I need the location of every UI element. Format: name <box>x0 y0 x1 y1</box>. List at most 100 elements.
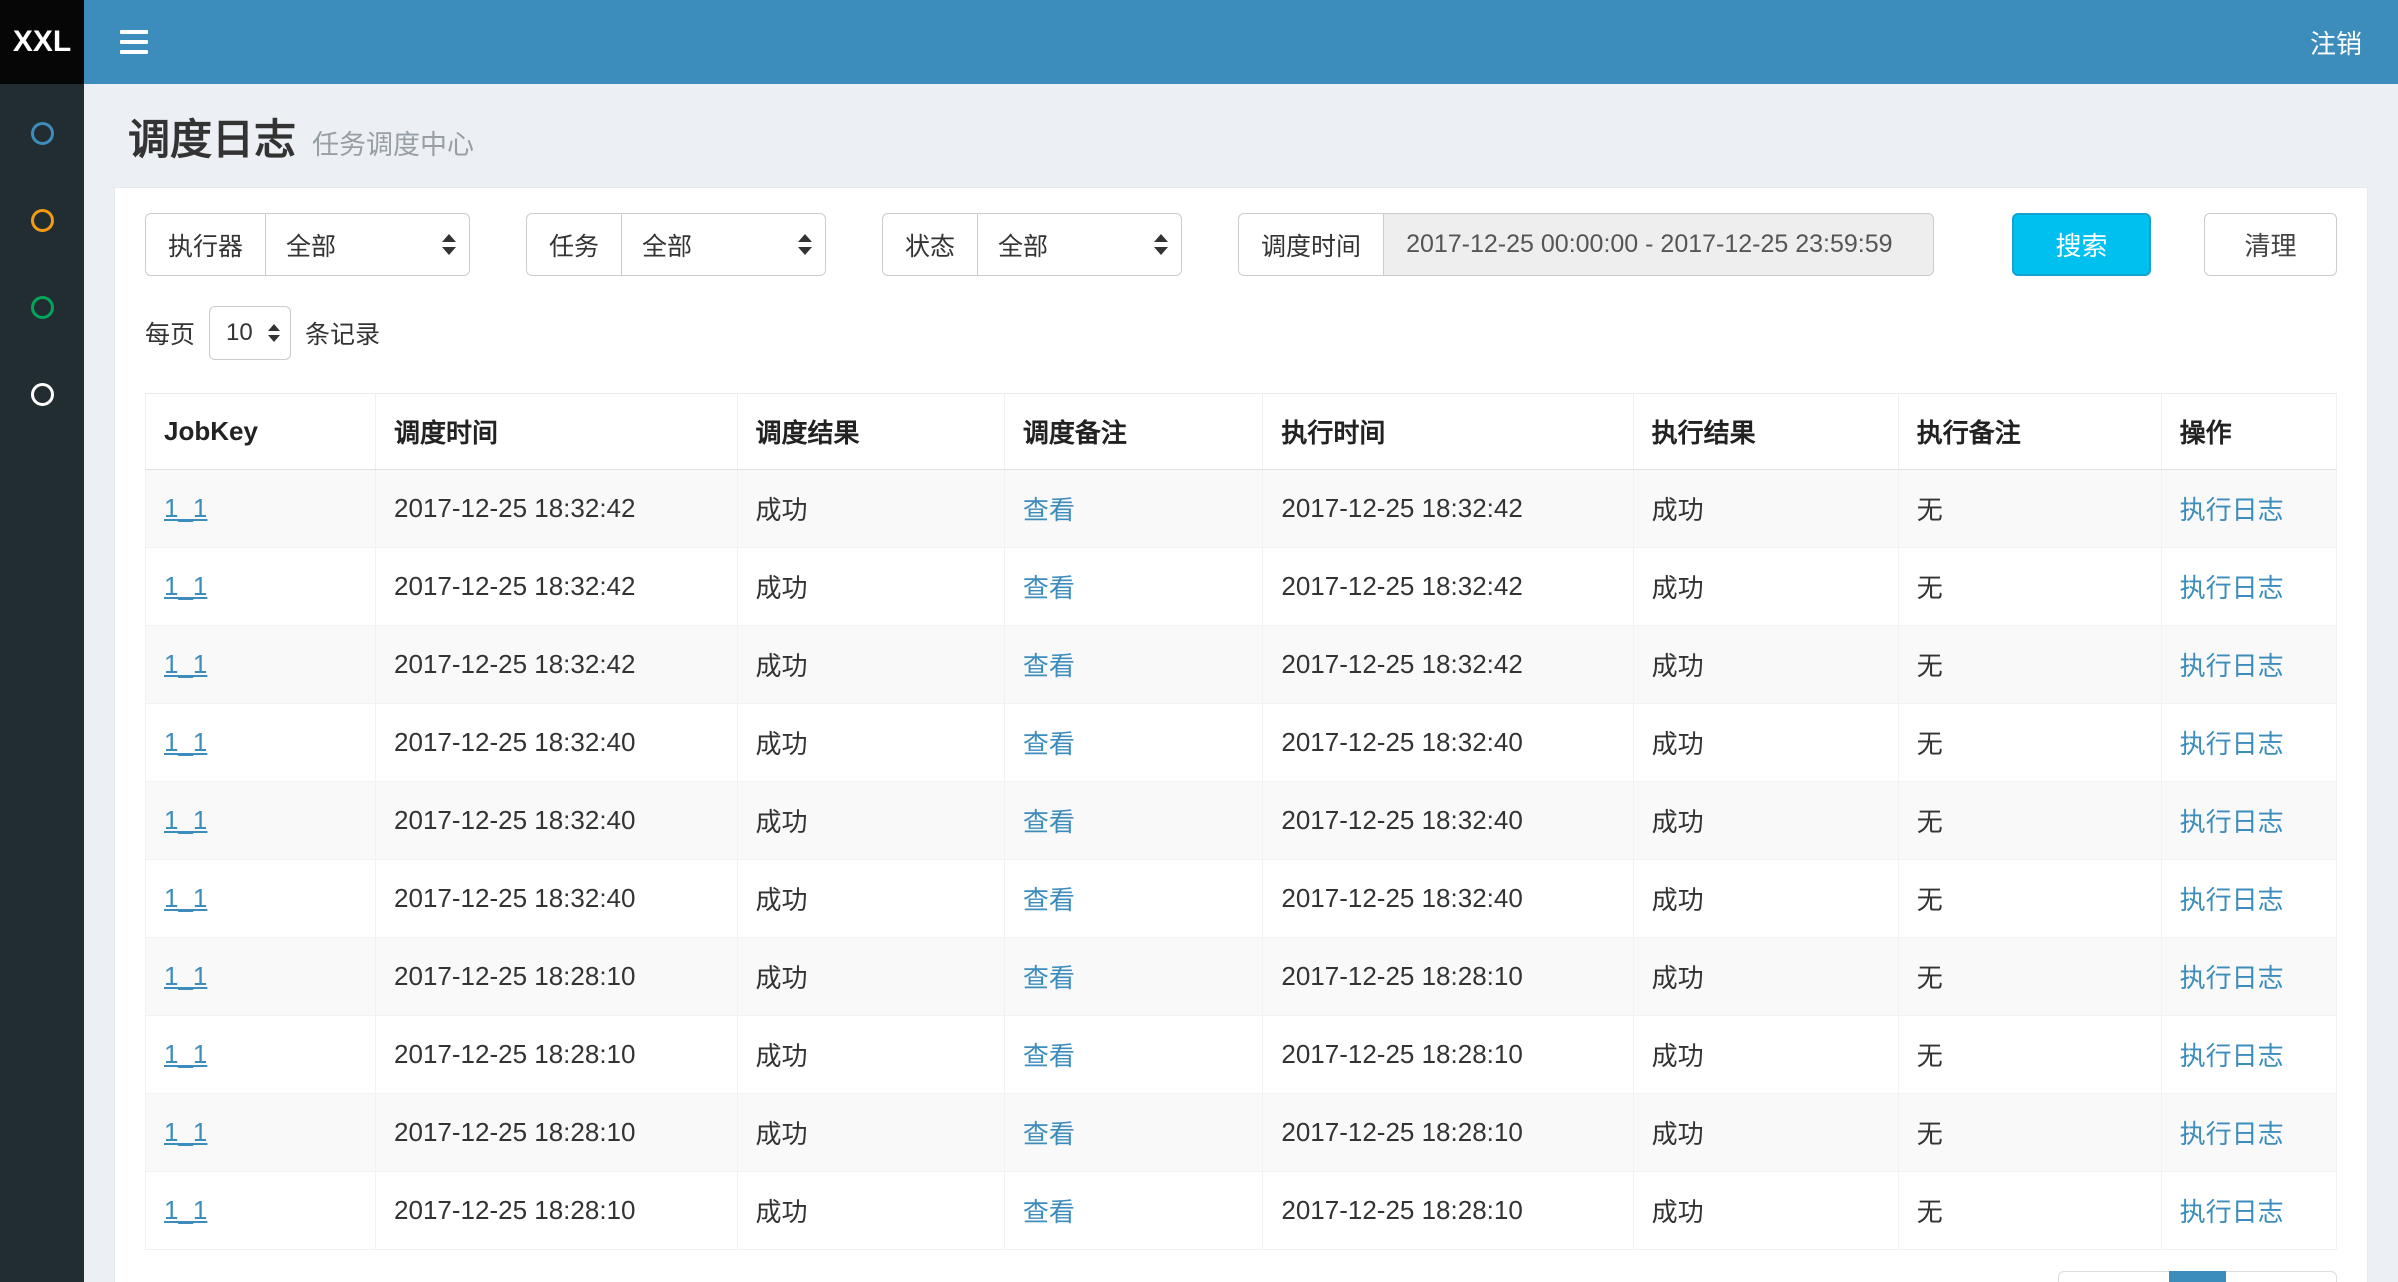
col-header-trigger-result[interactable]: 调度结果 <box>737 394 1004 470</box>
sidebar-item-2[interactable] <box>31 209 54 232</box>
jobkey-link[interactable]: 1_1 <box>164 727 207 757</box>
circle-icon-blue <box>31 122 54 145</box>
jobkey-link[interactable]: 1_1 <box>164 1039 207 1069</box>
executor-select[interactable]: 全部 <box>265 213 470 276</box>
prev-page-button[interactable]: 上页 <box>2058 1271 2170 1282</box>
executor-filter-label: 执行器 <box>145 213 265 276</box>
col-header-jobkey[interactable]: JobKey <box>146 394 376 470</box>
col-header-handle-result[interactable]: 执行结果 <box>1633 394 1898 470</box>
view-trigger-msg-link-cell: 查看 <box>1004 548 1263 626</box>
handle-result-cell: 成功 <box>1633 704 1898 782</box>
job-filter-label: 任务 <box>526 213 621 276</box>
view-trigger-msg-link[interactable]: 查看 <box>1023 1041 1075 1071</box>
logout-link[interactable]: 注销 <box>2310 24 2362 61</box>
executor-select-value: 全部 <box>286 227 336 263</box>
handle-msg-cell: 无 <box>1898 548 2161 626</box>
handle-msg-cell: 无 <box>1898 1094 2161 1172</box>
pagination: 上页 1 下页 <box>2058 1271 2337 1282</box>
jobkey-link[interactable]: 1_1 <box>164 1195 207 1225</box>
trigger-result-cell: 成功 <box>737 704 1004 782</box>
table-row: 1_12017-12-25 18:32:42成功查看2017-12-25 18:… <box>146 470 2337 548</box>
view-trigger-msg-link-cell: 查看 <box>1004 782 1263 860</box>
jobkey-link[interactable]: 1_1 <box>164 805 207 835</box>
handle-msg-cell: 无 <box>1898 938 2161 1016</box>
col-header-trigger-time[interactable]: 调度时间 <box>376 394 738 470</box>
jobkey-link[interactable]: 1_1 <box>164 649 207 679</box>
view-trigger-msg-link[interactable]: 查看 <box>1023 1119 1075 1149</box>
handle-result-cell: 成功 <box>1633 1094 1898 1172</box>
status-filter-group: 状态 全部 <box>882 213 1182 276</box>
handle-result-cell: 成功 <box>1633 1016 1898 1094</box>
per-page-value: 10 <box>226 319 253 347</box>
view-trigger-msg-link-cell: 查看 <box>1004 1172 1263 1250</box>
exec-log-link[interactable]: 执行日志 <box>2180 651 2284 681</box>
jobkey-link-cell: 1_1 <box>146 704 376 782</box>
page-subtitle: 任务调度中心 <box>312 123 474 162</box>
clear-button[interactable]: 清理 <box>2204 213 2337 276</box>
view-trigger-msg-link[interactable]: 查看 <box>1023 963 1075 993</box>
trigger-time-cell: 2017-12-25 18:28:10 <box>376 1016 738 1094</box>
sidebar-item-3[interactable] <box>31 296 54 319</box>
table-row: 1_12017-12-25 18:28:10成功查看2017-12-25 18:… <box>146 1172 2337 1250</box>
view-trigger-msg-link[interactable]: 查看 <box>1023 495 1075 525</box>
col-header-handle-msg[interactable]: 执行备注 <box>1898 394 2161 470</box>
exec-log-link-cell: 执行日志 <box>2161 626 2336 704</box>
sidebar-toggle-icon[interactable] <box>120 30 148 54</box>
next-page-button[interactable]: 下页 <box>2225 1271 2337 1282</box>
handle-result-cell: 成功 <box>1633 782 1898 860</box>
trigger-result-cell: 成功 <box>737 782 1004 860</box>
per-page-select[interactable]: 10 <box>209 306 291 360</box>
col-header-action[interactable]: 操作 <box>2161 394 2336 470</box>
content-header: 调度日志 任务调度中心 <box>114 84 2368 187</box>
exec-log-link[interactable]: 执行日志 <box>2180 495 2284 525</box>
trigger-time-cell: 2017-12-25 18:28:10 <box>376 1094 738 1172</box>
current-page-button[interactable]: 1 <box>2169 1271 2226 1282</box>
app-logo[interactable]: XXL <box>0 0 84 84</box>
per-page-control: 每页 10 条记录 <box>145 306 2337 360</box>
time-range-input[interactable] <box>1383 213 1934 276</box>
jobkey-link[interactable]: 1_1 <box>164 961 207 991</box>
jobkey-link[interactable]: 1_1 <box>164 493 207 523</box>
trigger-result-cell: 成功 <box>737 626 1004 704</box>
sidebar-item-1[interactable] <box>31 122 54 145</box>
jobkey-link-cell: 1_1 <box>146 1172 376 1250</box>
table-footer: 第 1 页 ( 总共 1 页， 10 条记录 ) 上页 1 下页 <box>145 1271 2337 1282</box>
view-trigger-msg-link[interactable]: 查看 <box>1023 807 1075 837</box>
exec-log-link[interactable]: 执行日志 <box>2180 1119 2284 1149</box>
exec-log-link[interactable]: 执行日志 <box>2180 1197 2284 1227</box>
col-header-handle-time[interactable]: 执行时间 <box>1263 394 1633 470</box>
handle-msg-cell: 无 <box>1898 860 2161 938</box>
status-select[interactable]: 全部 <box>977 213 1182 276</box>
jobkey-link[interactable]: 1_1 <box>164 883 207 913</box>
col-header-trigger-msg[interactable]: 调度备注 <box>1004 394 1263 470</box>
content-area: 调度日志 任务调度中心 执行器 全部 任务 全部 状态 <box>84 84 2398 1282</box>
handle-time-cell: 2017-12-25 18:32:40 <box>1263 860 1633 938</box>
sidebar-item-4[interactable] <box>31 383 54 406</box>
handle-msg-cell: 无 <box>1898 1172 2161 1250</box>
handle-time-cell: 2017-12-25 18:28:10 <box>1263 938 1633 1016</box>
exec-log-link-cell: 执行日志 <box>2161 1094 2336 1172</box>
jobkey-link[interactable]: 1_1 <box>164 1117 207 1147</box>
view-trigger-msg-link[interactable]: 查看 <box>1023 729 1075 759</box>
view-trigger-msg-link[interactable]: 查看 <box>1023 885 1075 915</box>
exec-log-link[interactable]: 执行日志 <box>2180 807 2284 837</box>
top-navbar: XXL 注销 <box>0 0 2398 84</box>
select-arrows-icon <box>798 234 812 255</box>
exec-log-link[interactable]: 执行日志 <box>2180 963 2284 993</box>
exec-log-link[interactable]: 执行日志 <box>2180 729 2284 759</box>
handle-msg-cell: 无 <box>1898 704 2161 782</box>
search-button[interactable]: 搜索 <box>2012 213 2151 276</box>
exec-log-link[interactable]: 执行日志 <box>2180 885 2284 915</box>
exec-log-link[interactable]: 执行日志 <box>2180 573 2284 603</box>
trigger-time-cell: 2017-12-25 18:32:42 <box>376 470 738 548</box>
table-row: 1_12017-12-25 18:32:40成功查看2017-12-25 18:… <box>146 860 2337 938</box>
view-trigger-msg-link[interactable]: 查看 <box>1023 651 1075 681</box>
jobkey-link[interactable]: 1_1 <box>164 571 207 601</box>
view-trigger-msg-link[interactable]: 查看 <box>1023 573 1075 603</box>
exec-log-link-cell: 执行日志 <box>2161 1172 2336 1250</box>
jobkey-link-cell: 1_1 <box>146 548 376 626</box>
exec-log-link[interactable]: 执行日志 <box>2180 1041 2284 1071</box>
view-trigger-msg-link[interactable]: 查看 <box>1023 1197 1075 1227</box>
executor-filter-group: 执行器 全部 <box>145 213 470 276</box>
job-select[interactable]: 全部 <box>621 213 826 276</box>
